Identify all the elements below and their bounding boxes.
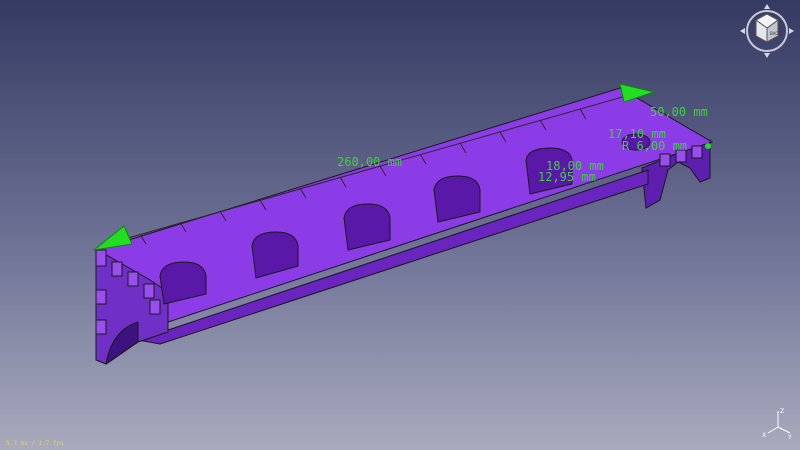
svg-text:X: X bbox=[762, 432, 766, 439]
slot-depth-label[interactable]: 12,95 mm bbox=[538, 171, 596, 183]
view-cube-icon[interactable]: BACK bbox=[738, 2, 796, 60]
3d-viewport[interactable]: 260,00 mm 50,00 mm 17,10 mm R 6,00 mm 18… bbox=[0, 0, 800, 450]
width-dimension-label[interactable]: 50,00 mm bbox=[650, 106, 708, 118]
svg-text:Z: Z bbox=[780, 408, 784, 415]
length-dimension-label[interactable]: 260,00 mm bbox=[337, 156, 402, 168]
hole-radius-label[interactable]: R 6,00 mm bbox=[622, 140, 687, 152]
axis-triad-icon: Z X Y bbox=[762, 408, 792, 441]
svg-text:Y: Y bbox=[787, 434, 792, 441]
dimension-point bbox=[705, 143, 711, 149]
fps-counter: 5.7 ms / 1.7 fps bbox=[6, 440, 64, 447]
part-model[interactable] bbox=[0, 0, 800, 450]
navcube-face-label: BACK bbox=[770, 31, 781, 36]
